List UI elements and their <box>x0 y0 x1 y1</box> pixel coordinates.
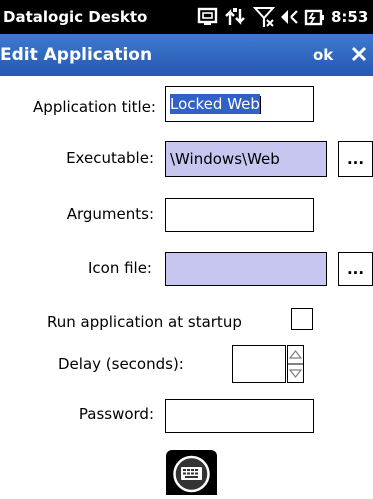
arguments-input[interactable] <box>165 198 314 232</box>
icon-file-field[interactable] <box>165 252 327 286</box>
delay-input[interactable] <box>232 345 286 383</box>
spin-arrows-icon <box>288 350 303 378</box>
password-input[interactable] <box>165 399 314 433</box>
arguments-label: Arguments: <box>66 205 154 223</box>
close-button[interactable] <box>349 43 369 65</box>
password-label: Password: <box>78 405 154 423</box>
title-bar: Edit Application ok <box>0 34 373 76</box>
close-icon <box>351 46 367 62</box>
icon-file-browse-button[interactable]: ... <box>338 252 373 286</box>
ok-button[interactable]: ok <box>313 45 333 65</box>
application-title-label: Application title: <box>33 98 156 116</box>
battery-charging-icon[interactable] <box>303 5 327 29</box>
text-caret <box>259 95 261 114</box>
icon-file-label: Icon file: <box>87 259 152 277</box>
application-title-value: Locked Web <box>170 94 260 114</box>
executable-value: \Windows\Web <box>170 150 280 168</box>
page-title: Edit Application <box>0 45 153 65</box>
application-title-input[interactable]: Locked Web <box>165 86 314 122</box>
keyboard-icon <box>173 455 210 493</box>
connectivity-icon[interactable] <box>223 5 247 29</box>
desktop-icon[interactable] <box>196 5 220 29</box>
status-bar: Datalogic Deskto 8:53 <box>0 0 373 34</box>
clock[interactable]: 8:53 <box>331 6 373 28</box>
delay-label: Delay (seconds): <box>58 355 184 373</box>
delay-spinner[interactable] <box>287 345 304 383</box>
status-app-title[interactable]: Datalogic Deskto <box>3 6 189 28</box>
soft-keyboard-button[interactable] <box>166 450 217 495</box>
executable-label: Executable: <box>66 149 154 167</box>
executable-field[interactable]: \Windows\Web <box>165 141 327 177</box>
executable-browse-button[interactable]: ... <box>338 141 373 177</box>
run-at-startup-checkbox[interactable] <box>291 308 313 330</box>
run-at-startup-label: Run application at startup <box>47 313 242 331</box>
no-signal-icon[interactable] <box>252 5 276 29</box>
volume-muted-icon[interactable] <box>278 5 302 29</box>
